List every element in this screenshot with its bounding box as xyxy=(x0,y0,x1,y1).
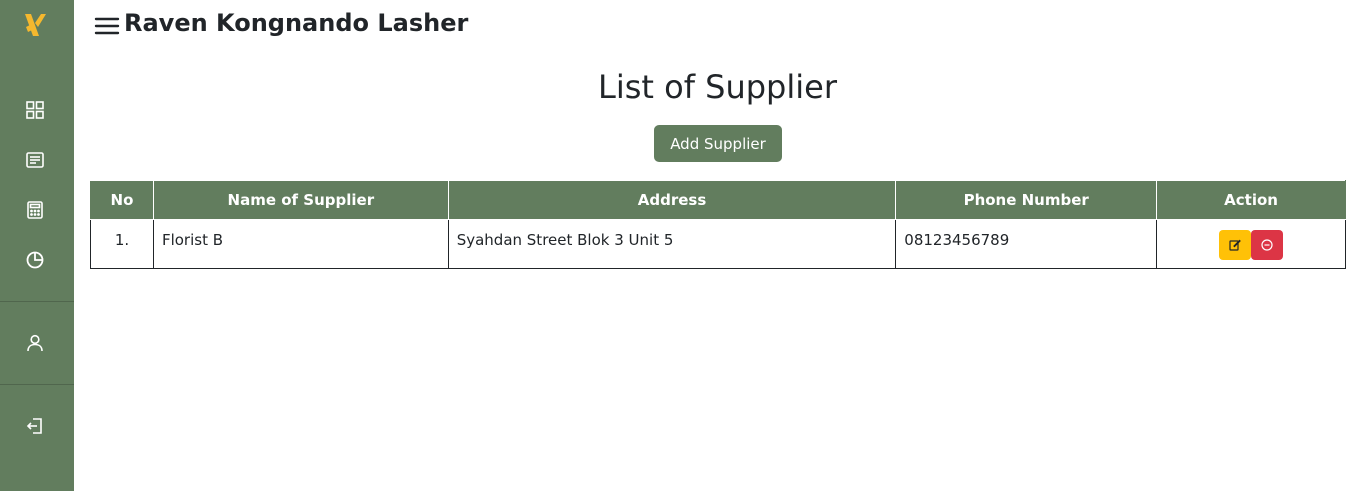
sidebar-divider xyxy=(0,301,74,302)
sidebar xyxy=(0,0,74,491)
cell-supplier-name: Florist B xyxy=(152,219,449,269)
delete-button[interactable] xyxy=(1251,230,1284,260)
cell-action xyxy=(1156,219,1346,269)
cell-phone: 08123456789 xyxy=(895,219,1158,269)
document-list-icon[interactable] xyxy=(24,149,46,171)
table-header-row: No Name of Supplier Address Phone Number… xyxy=(90,180,1346,220)
hamburger-menu-icon[interactable] xyxy=(94,14,120,38)
logo-icon xyxy=(25,14,46,36)
cell-no: 1. xyxy=(90,219,154,269)
edit-icon xyxy=(1229,239,1241,251)
column-header-name: Name of Supplier xyxy=(152,180,449,220)
page-title: List of Supplier xyxy=(598,68,837,106)
main-content: Raven Kongnando Lasher List of Supplier … xyxy=(74,0,1361,491)
column-header-no: No xyxy=(90,180,154,220)
table-row: 1. Florist B Syahdan Street Blok 3 Unit … xyxy=(90,219,1346,269)
column-header-address: Address xyxy=(447,180,897,220)
minus-circle-icon xyxy=(1261,239,1274,251)
calculator-icon[interactable] xyxy=(24,199,46,221)
logout-icon[interactable] xyxy=(24,415,46,437)
dashboard-grid-icon[interactable] xyxy=(24,99,46,121)
supplier-table: No Name of Supplier Address Phone Number… xyxy=(90,180,1346,269)
sidebar-divider xyxy=(0,384,74,385)
add-supplier-button[interactable]: Add Supplier xyxy=(654,125,782,162)
edit-button[interactable] xyxy=(1218,230,1251,260)
user-icon[interactable] xyxy=(24,332,46,354)
user-name: Raven Kongnando Lasher xyxy=(124,9,469,37)
pie-chart-icon[interactable] xyxy=(24,249,46,271)
cell-address: Syahdan Street Blok 3 Unit 5 xyxy=(447,219,897,269)
column-header-action: Action xyxy=(1156,180,1346,220)
column-header-phone: Phone Number xyxy=(895,180,1158,220)
